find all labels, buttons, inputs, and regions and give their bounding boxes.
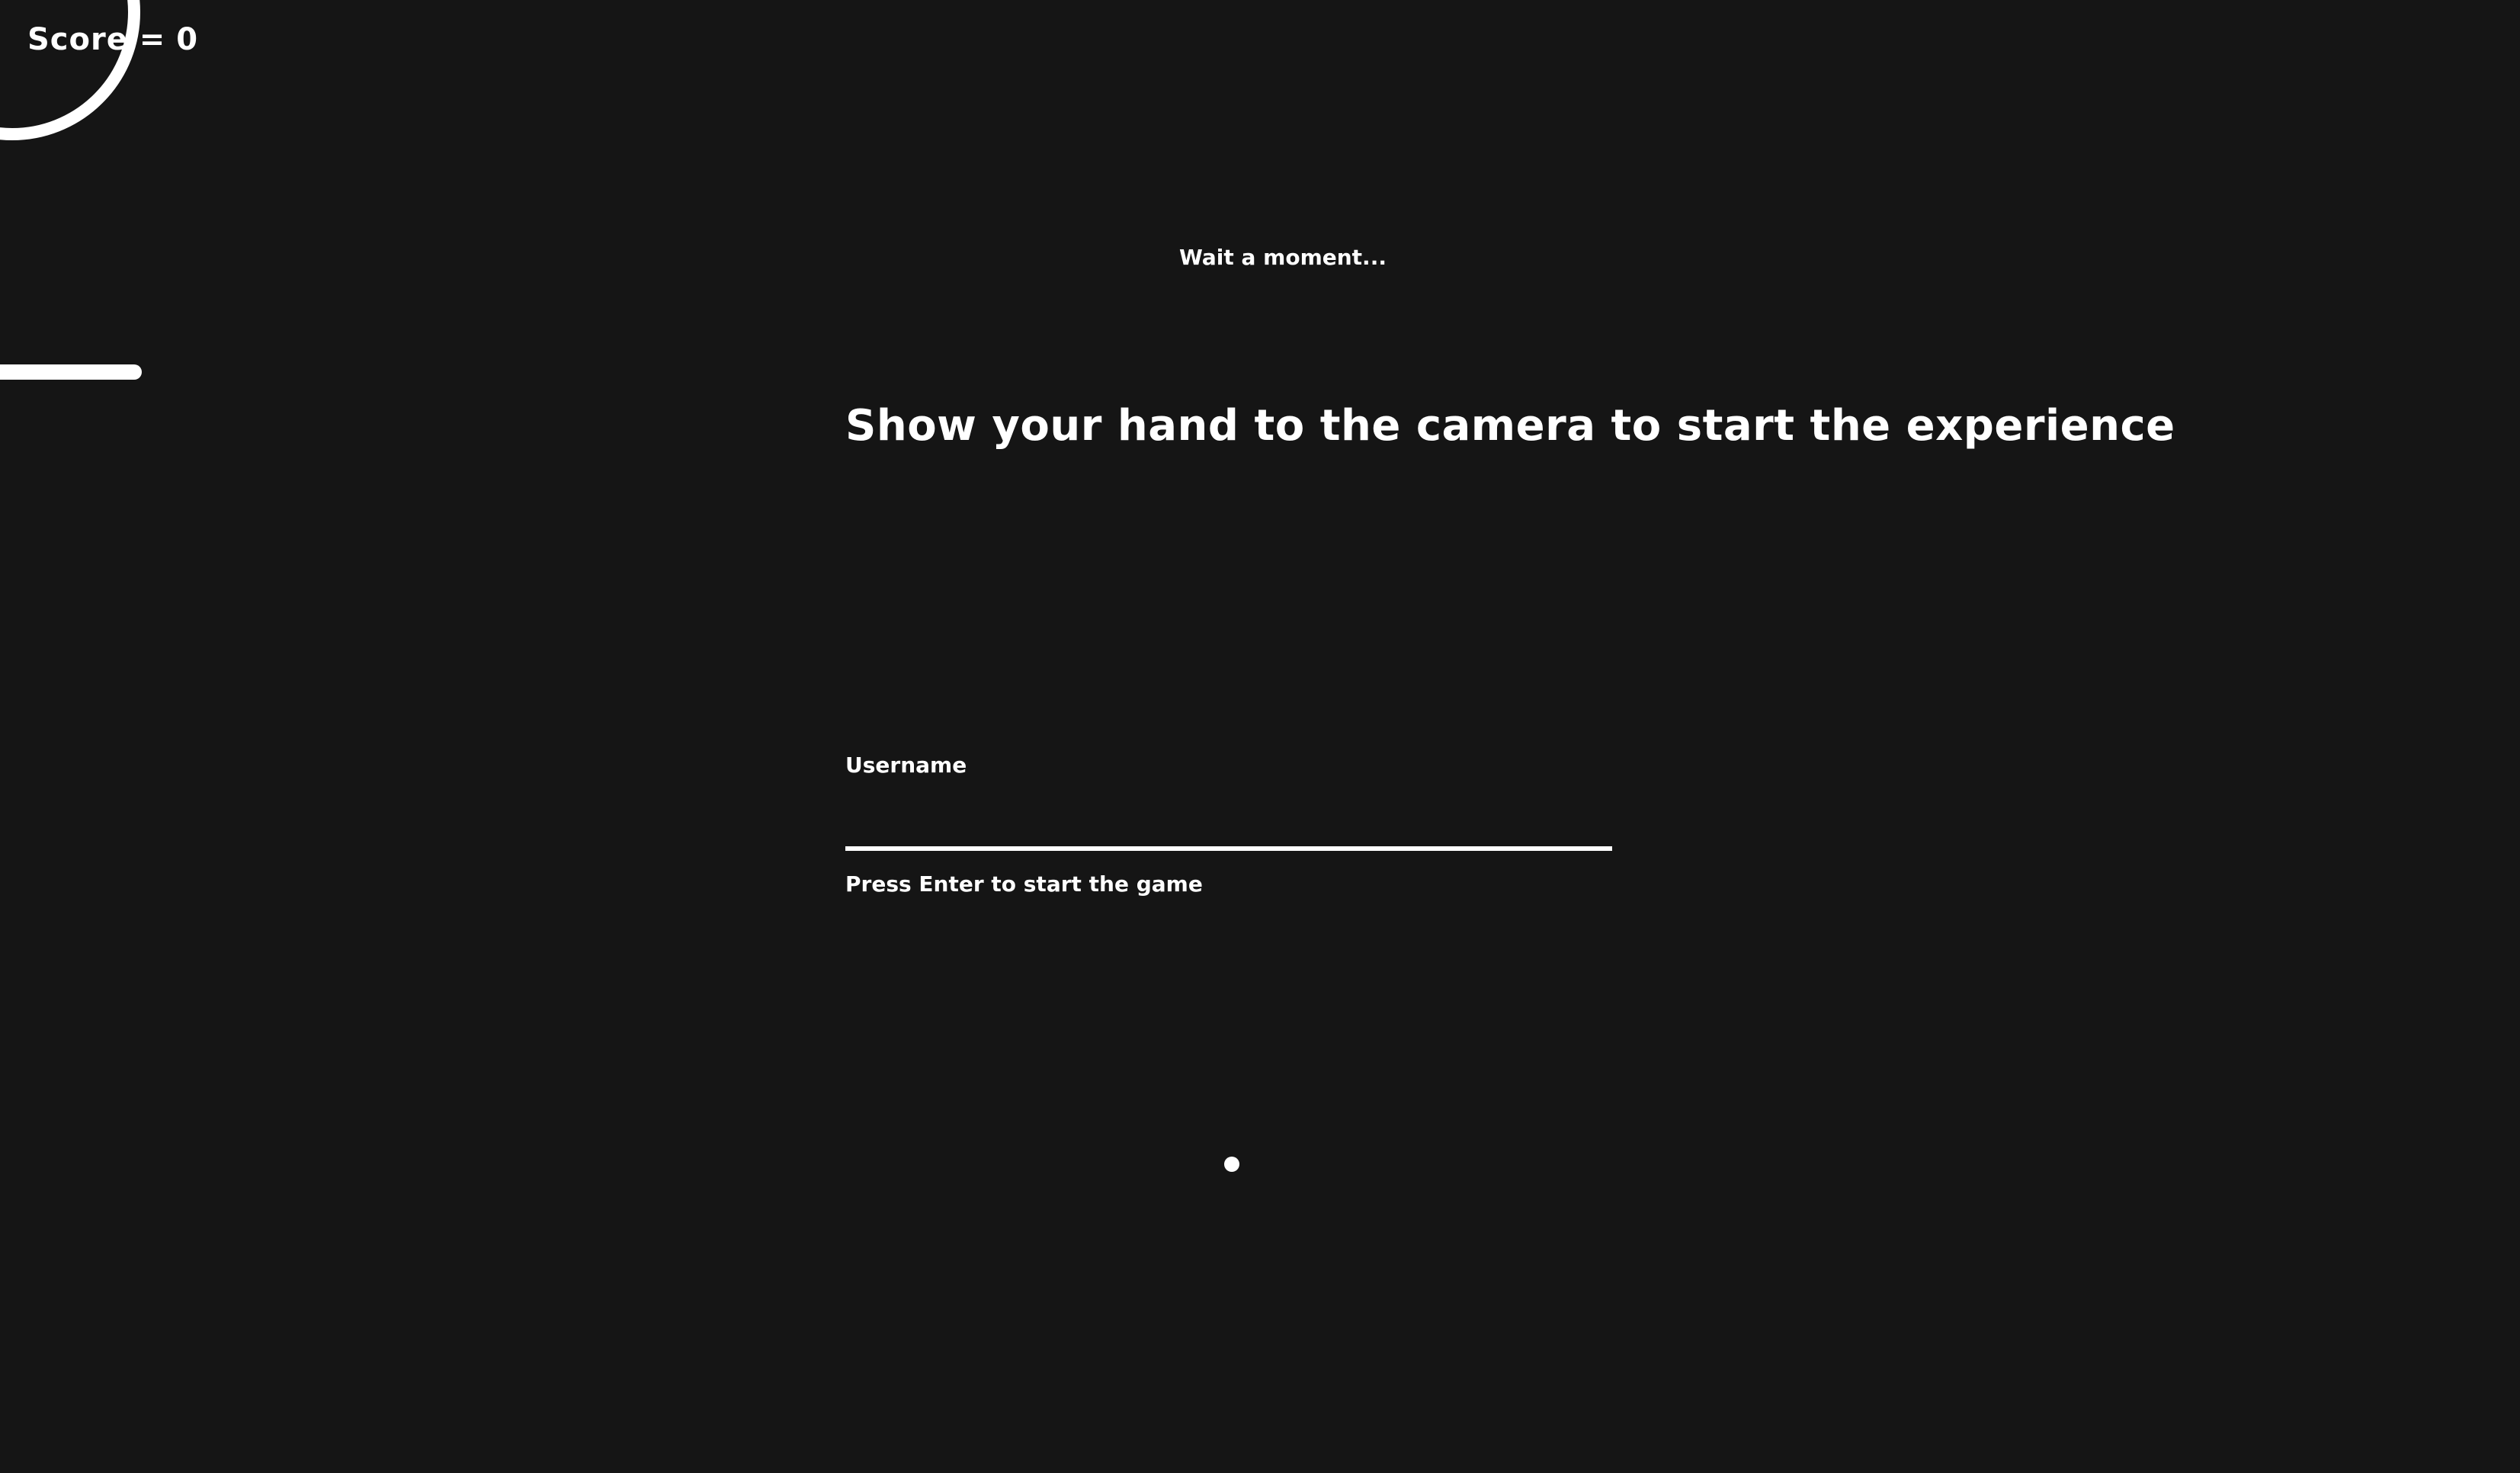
username-form: Username Press Enter to start the game (845, 750, 1612, 900)
game-screen: { "score": { "prefix": "Score =", "value… (0, 0, 2520, 1473)
username-input[interactable] (845, 802, 1612, 851)
score-display: Score = 0 (27, 18, 198, 61)
score-label: Score = (27, 22, 166, 57)
start-hint: Press Enter to start the game (845, 871, 1203, 897)
score-value: 0 (176, 22, 199, 57)
hand-cursor-dot (1224, 1157, 1239, 1172)
page-title: Show your hand to the camera to start th… (845, 401, 2175, 451)
progress-bar (0, 364, 142, 380)
username-label: Username (845, 753, 967, 778)
status-message: Wait a moment... (1179, 245, 1387, 270)
